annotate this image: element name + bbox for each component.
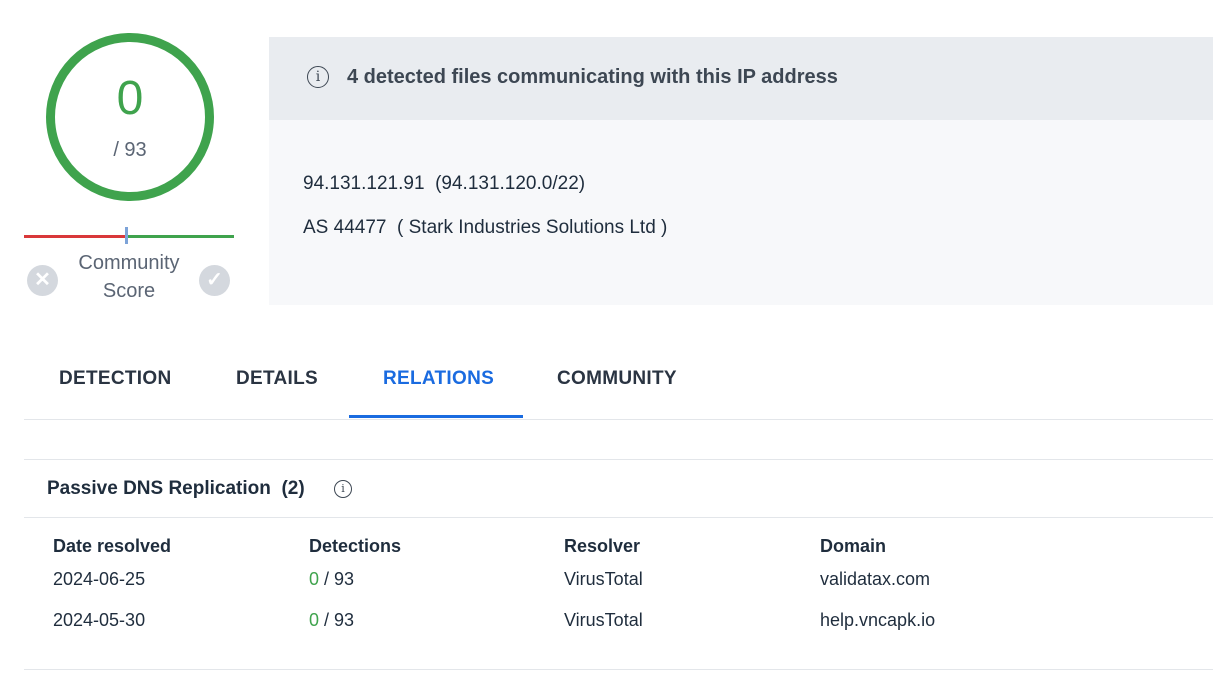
info-banner: i 4 detected files communicating with th… (269, 37, 1213, 120)
divider (24, 459, 1213, 460)
resolver: VirusTotal (564, 610, 643, 630)
column-header-resolver: Resolver (564, 536, 641, 556)
date-resolved: 2024-05-30 (53, 610, 146, 630)
ip-address: 94.131.121.91 (303, 173, 425, 194)
divider (24, 517, 1213, 518)
ip-info-panel: i 4 detected files communicating with th… (269, 37, 1213, 305)
detections-value: 0 (309, 610, 320, 630)
divider (24, 669, 1213, 670)
community-score-bar-positive (128, 235, 234, 238)
tab-bar: DETECTION DETAILS RELATIONS COMMUNITY (24, 340, 1213, 420)
score-value: 0 (116, 72, 144, 125)
detections-total: / 93 (324, 569, 355, 589)
detections-cell: 0 / 93 (309, 569, 354, 590)
column-header-domain: Domain (820, 536, 887, 556)
community-score-marker (125, 227, 128, 244)
active-tab-indicator (349, 415, 523, 418)
as-owner: ( Stark Industries Solutions Ltd ) (397, 217, 668, 238)
column-header-date: Date resolved (53, 536, 172, 556)
detections-value: 0 (309, 569, 320, 589)
info-icon: i (307, 66, 329, 88)
section-title: Passive DNS Replication (2) (47, 478, 305, 500)
community-label-line1: Community (78, 252, 180, 274)
tab-relations[interactable]: RELATIONS (383, 368, 494, 390)
date-resolved: 2024-06-25 (53, 569, 146, 589)
passive-dns-title: Passive DNS Replication (47, 478, 271, 499)
check-circle-icon[interactable]: ✓ (199, 265, 230, 296)
tab-detection[interactable]: DETECTION (59, 368, 171, 390)
tab-community[interactable]: COMMUNITY (557, 368, 677, 390)
as-number[interactable]: AS 44477 (303, 217, 386, 238)
community-label-line2: Score (102, 280, 156, 302)
community-score-bar-negative (24, 235, 128, 238)
community-score-label: Community Score (64, 249, 194, 305)
column-header-detections: Detections (309, 536, 402, 556)
info-banner-text[interactable]: 4 detected files communicating with this… (347, 66, 838, 89)
ip-address-line: 94.131.121.91 (94.131.120.0/22) (303, 173, 585, 195)
detections-cell: 0 / 93 (309, 610, 354, 631)
domain-link[interactable]: help.vncapk.io (820, 610, 935, 631)
info-icon[interactable]: i (334, 480, 352, 498)
tab-details[interactable]: DETAILS (236, 368, 318, 390)
resolver: VirusTotal (564, 569, 643, 589)
detection-score: 0 / 93 (46, 33, 214, 201)
passive-dns-count: (2) (281, 478, 305, 499)
close-circle-icon[interactable]: ✕ (27, 265, 58, 296)
domain-link[interactable]: validatax.com (820, 569, 930, 590)
as-line: AS 44477 ( Stark Industries Solutions Lt… (303, 217, 667, 239)
detections-total: / 93 (324, 610, 355, 630)
ip-range: (94.131.120.0/22) (435, 173, 586, 194)
score-total: / 93 (113, 139, 147, 161)
